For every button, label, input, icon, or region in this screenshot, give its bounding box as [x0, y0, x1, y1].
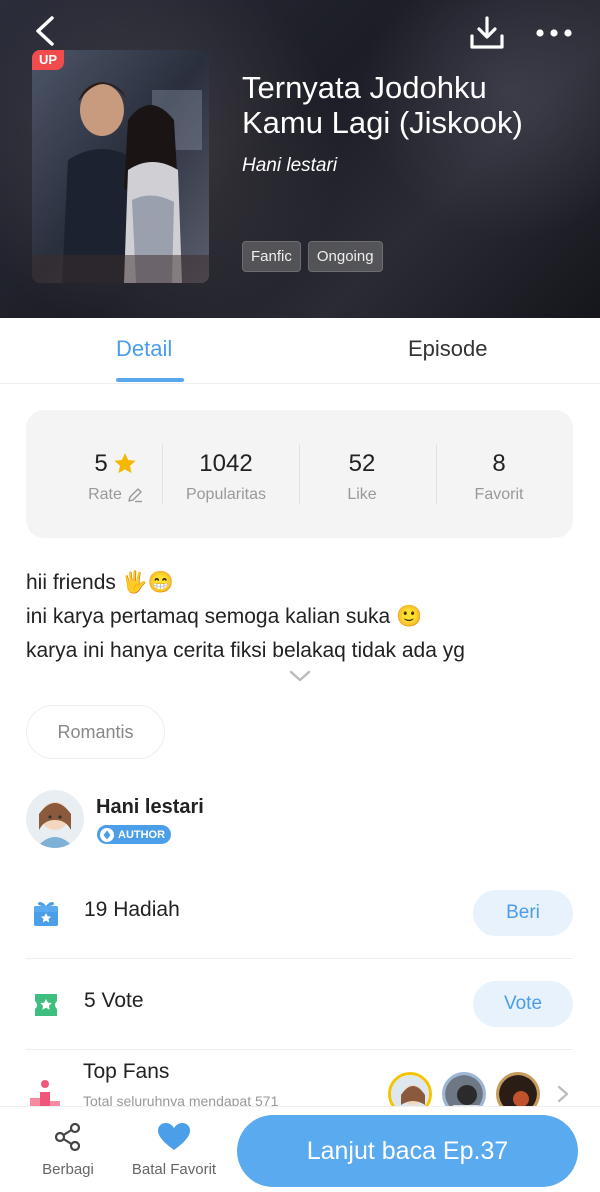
stat-favorite-value: 8	[492, 450, 506, 477]
synopsis-line: hii friends 🖐😁	[26, 571, 175, 594]
gift-row: 19 Hadiah Beri	[26, 868, 573, 959]
more-dots-icon[interactable]	[534, 20, 574, 46]
gift-count: 19	[84, 898, 108, 921]
story-header: UP Ternyata Jodohku Kamu Lagi (Jiskook) …	[0, 0, 600, 318]
stat-favorite: 8 Favorit	[431, 450, 567, 504]
bottom-action-bar: Berbagi Batal Favorit Lanjut baca Ep.37	[0, 1106, 600, 1192]
stat-rate-value: 5	[94, 450, 108, 477]
tab-bar: Detail Episode	[0, 318, 600, 384]
cover-image: UP	[32, 50, 209, 283]
cover-art	[32, 50, 209, 283]
star-icon	[114, 453, 136, 474]
top-fans-subtitle: Total seluruhnya mendapat 571	[83, 1093, 279, 1107]
back-arrow-icon[interactable]	[30, 14, 64, 48]
give-gift-button[interactable]: Beri	[473, 890, 573, 936]
story-author: Hani lestari	[242, 155, 338, 176]
author-name[interactable]: Hani lestari	[96, 796, 204, 819]
stat-like-label: Like	[347, 486, 377, 503]
synopsis-line: ini karya pertamaq semoga kalian suka 🙂	[26, 605, 423, 628]
active-tab-indicator	[116, 378, 184, 382]
stat-favorite-label: Favorit	[474, 486, 524, 503]
avatar[interactable]	[26, 790, 84, 848]
tab-episode[interactable]: Episode	[408, 336, 488, 362]
podium-icon	[30, 1080, 60, 1108]
author-badge-icon	[100, 827, 114, 842]
gift-text: Hadiah	[113, 898, 180, 921]
unfavorite-label: Batal Favorit	[131, 1161, 217, 1178]
up-badge: UP	[32, 50, 65, 70]
vote-text: Vote	[101, 989, 144, 1012]
stat-rate-label: Rate	[88, 486, 122, 503]
synopsis[interactable]: hii friends 🖐😁 ini karya pertamaq semoga…	[26, 566, 576, 668]
genre-chip[interactable]: Romantis	[26, 705, 165, 759]
story-title: Ternyata Jodohku Kamu Lagi (Jiskook)	[242, 70, 523, 140]
gift-icon	[34, 902, 58, 926]
stat-like: 52 Like	[294, 450, 430, 504]
top-fans-title[interactable]: Top Fans	[83, 1060, 169, 1084]
stat-popularity: 1042 Popularitas	[158, 450, 294, 504]
vote-ticket-icon	[35, 994, 57, 1016]
chevron-down-icon[interactable]	[288, 668, 312, 684]
download-icon[interactable]	[468, 14, 506, 52]
story-tags: Fanfic Ongoing	[242, 241, 383, 272]
tag-ongoing[interactable]: Ongoing	[307, 241, 383, 272]
stat-popularity-label: Popularitas	[185, 486, 267, 503]
stats-panel: 5 Rate 1042 Popularitas 52 Like 8 Favori…	[26, 410, 573, 538]
share-button[interactable]: Berbagi	[36, 1121, 100, 1178]
vote-count: 5	[84, 989, 96, 1012]
share-label: Berbagi	[42, 1161, 94, 1178]
continue-reading-button[interactable]: Lanjut baca Ep.37	[237, 1115, 578, 1187]
heart-icon	[158, 1123, 190, 1150]
stat-like-value: 52	[348, 450, 376, 477]
gift-label: 19 Hadiah	[84, 898, 180, 922]
synopsis-line: karya ini hanya cerita fiksi belakaq tid…	[26, 639, 465, 662]
edit-pencil-icon[interactable]	[126, 486, 144, 504]
author-badge-label: AUTHOR	[118, 828, 166, 841]
share-icon	[54, 1122, 81, 1152]
vote-row: 5 Vote Vote	[26, 959, 573, 1050]
tab-detail[interactable]: Detail	[116, 336, 172, 362]
author-badge: AUTHOR	[97, 825, 172, 844]
chevron-right-icon[interactable]	[556, 1084, 570, 1104]
stat-popularity-value: 1042	[199, 450, 253, 477]
tag-fanfic[interactable]: Fanfic	[242, 241, 301, 272]
unfavorite-button[interactable]: Batal Favorit	[124, 1121, 224, 1178]
vote-button[interactable]: Vote	[473, 981, 573, 1027]
vote-label: 5 Vote	[84, 989, 144, 1013]
